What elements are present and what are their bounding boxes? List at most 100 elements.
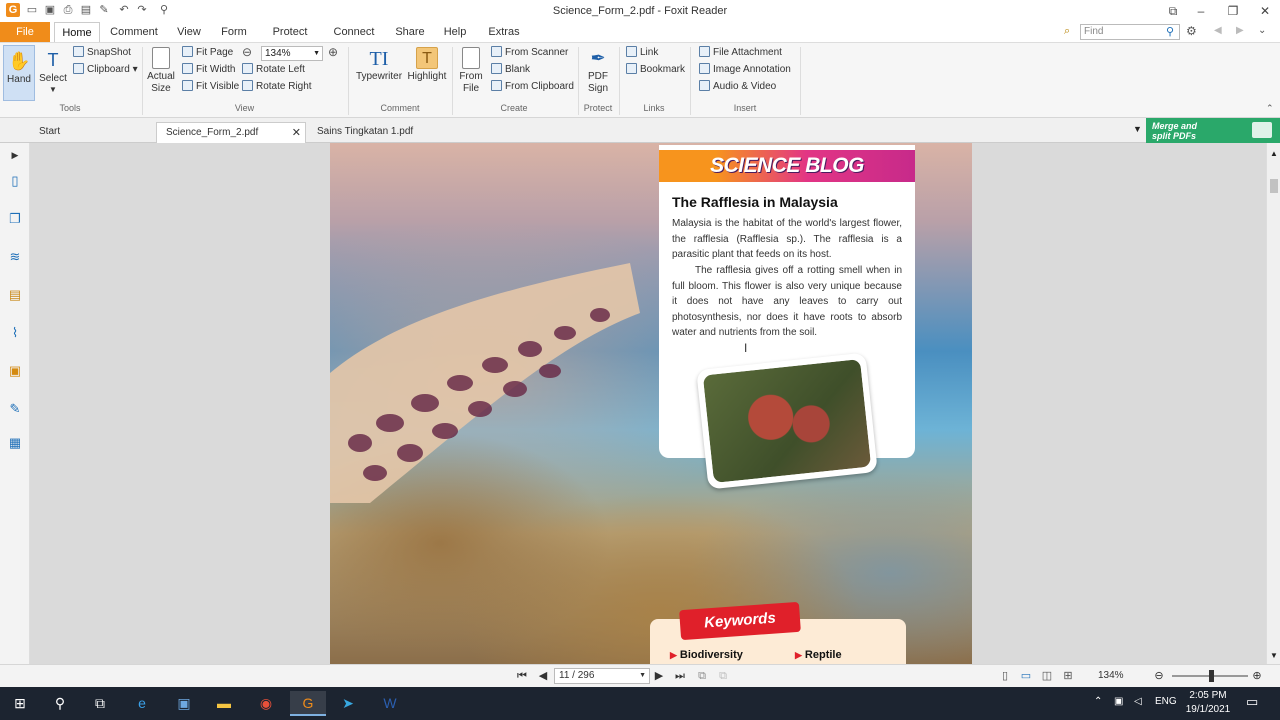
task-view-icon[interactable]: ⧉ [82,691,118,716]
blank-button[interactable]: Blank [491,62,530,78]
fit-page-button[interactable]: Fit Page [182,45,233,61]
previous-page-icon[interactable]: ◀ [536,668,550,684]
page-number-value: 11 / 296 [559,670,595,681]
audio-video-button[interactable]: Audio & Video [699,79,776,95]
collapse-ribbon-icon[interactable]: ⌃ [1266,103,1274,114]
pages-panel-icon[interactable]: ❐ [7,211,23,227]
actual-size-button[interactable]: Actual Size [146,47,176,95]
search-icon[interactable]: ⚲ [42,691,78,716]
maximize-button[interactable]: ❐ [1222,2,1244,20]
highlight-button[interactable]: T Highlight [406,47,448,82]
restore-layout-icon[interactable]: ⧉ [1162,2,1184,20]
chevron-down-icon[interactable]: ⌄ [1258,25,1266,36]
zoom-in-icon[interactable]: ⊕ [328,45,338,59]
scroll-up-icon[interactable]: ▲ [1270,149,1278,158]
pdf-sign-button[interactable]: ✒ PDF Sign [582,47,614,95]
typewriter-button[interactable]: TI Typewriter [354,47,404,82]
tab-file[interactable]: File [0,22,50,42]
word-icon[interactable]: W [372,691,408,716]
first-page-icon[interactable]: ⏮ [515,668,529,684]
notifications-icon[interactable]: ▭ [1246,694,1258,710]
hand-tool-button[interactable]: ✋ Hand [3,45,35,101]
expand-panel-icon[interactable]: ▶ [7,147,23,163]
attachments-panel-icon[interactable]: ⌇ [7,325,23,341]
close-button[interactable]: ✕ [1254,2,1276,20]
edge-browser-icon[interactable]: e [124,691,160,716]
next-page-icon[interactable]: ▶ [652,668,666,684]
scroll-down-icon[interactable]: ▼ [1270,651,1278,660]
continuous-facing-icon[interactable]: ⊞ [1061,668,1075,684]
back-icon[interactable]: ◀ [1214,25,1222,36]
doc-tab-science-form-2[interactable]: Science_Form_2.pdf ✕ [156,122,306,143]
zoom-select[interactable]: 134% ▼ [261,46,323,61]
tab-help[interactable]: Help [438,22,472,42]
promo-banner[interactable]: Merge and split PDFs [1146,118,1280,143]
system-clock[interactable]: 2:05 PM 19/1/2021 [1180,689,1236,717]
find-input[interactable]: Find [1080,24,1180,40]
bookmark-button[interactable]: Bookmark [626,62,685,78]
continuous-page-icon[interactable]: ▭ [1019,668,1033,684]
link-button[interactable]: Link [626,45,658,61]
image-annotation-button[interactable]: Image Annotation [699,62,791,78]
fit-visible-button[interactable]: Fit Visible [182,79,239,95]
tab-extras[interactable]: Extras [482,22,526,42]
find-options-icon[interactable]: ⌕ [1064,25,1070,38]
tab-connect[interactable]: Connect [328,22,380,42]
language-indicator[interactable]: ENG [1155,696,1177,707]
tab-list-chevron-icon[interactable]: ▼ [1133,124,1142,134]
doc-tab-start[interactable]: Start [30,122,154,143]
forward-icon[interactable]: ▶ [1236,25,1244,36]
from-file-button[interactable]: From File [456,47,486,95]
zoom-level[interactable]: 134% [1098,670,1124,681]
last-page-icon[interactable]: ⏭ [673,668,687,684]
zoom-out-icon[interactable]: ⊖ [1152,668,1166,684]
previous-view-icon[interactable]: ⧉ [695,668,709,684]
page-number-input[interactable]: 11 / 296 ▼ [554,668,650,684]
facing-page-icon[interactable]: ◫ [1040,668,1054,684]
zoom-out-icon[interactable]: ⊖ [242,45,252,59]
from-scanner-button[interactable]: From Scanner [491,45,568,61]
signature-panel-icon[interactable]: ✎ [7,401,23,417]
tab-protect[interactable]: Protect [266,22,314,42]
close-tab-icon[interactable]: ✕ [292,123,301,143]
search-icon[interactable]: ⚲ [1166,25,1174,38]
snapshot-button[interactable]: SnapShot [73,45,131,61]
doc-tab-sains-tingkatan-1[interactable]: Sains Tingkatan 1.pdf [308,122,436,143]
device-icon[interactable]: ▣ [1114,696,1123,707]
chrome-icon[interactable]: ◉ [248,691,284,716]
windows-start-icon[interactable]: ⊞ [2,691,38,716]
volume-icon[interactable]: ◁ [1134,696,1142,707]
desktop-app-icon[interactable]: ▣ [166,691,202,716]
file-attachment-button[interactable]: File Attachment [699,45,782,61]
zoom-slider-thumb[interactable] [1209,670,1214,682]
pdf-page[interactable]: SCIENCE BLOG The Rafflesia in Malaysia M… [330,143,972,664]
rotate-left-button[interactable]: Rotate Left [242,62,305,78]
single-page-icon[interactable]: ▯ [998,668,1012,684]
file-explorer-icon[interactable]: ▬ [206,691,242,716]
telegram-icon[interactable]: ➤ [330,691,366,716]
vertical-scrollbar[interactable]: ▲ ▼ [1266,143,1280,664]
tab-view[interactable]: View [170,22,208,42]
tab-home[interactable]: Home [54,22,100,42]
fit-width-button[interactable]: Fit Width [182,62,235,78]
zoom-in-icon[interactable]: ⊕ [1250,668,1264,684]
from-clipboard-button[interactable]: From Clipboard [491,79,574,95]
show-hidden-icons-icon[interactable]: ⌃ [1094,696,1102,707]
comments-panel-icon[interactable]: ▤ [7,287,23,303]
security-lock-icon[interactable]: ▣ [7,363,23,379]
next-view-icon[interactable]: ⧉ [716,668,730,684]
minimize-button[interactable]: – [1190,2,1212,20]
tab-form[interactable]: Form [214,22,254,42]
typewriter-icon: TI [369,48,389,70]
tab-share[interactable]: Share [390,22,430,42]
scroll-thumb[interactable] [1270,179,1278,193]
content-panel-icon[interactable]: ▦ [7,435,23,451]
gear-icon[interactable]: ⚙ [1186,24,1197,38]
rotate-right-button[interactable]: Rotate Right [242,79,312,95]
select-tool-button[interactable]: T Select ▼ [38,49,68,95]
foxit-reader-taskbar-icon[interactable]: G [290,691,326,716]
tab-comment[interactable]: Comment [104,22,164,42]
clipboard-button[interactable]: Clipboard ▾ [73,62,138,78]
layers-panel-icon[interactable]: ≋ [7,249,23,265]
bookmarks-panel-icon[interactable]: ▯ [7,173,23,189]
